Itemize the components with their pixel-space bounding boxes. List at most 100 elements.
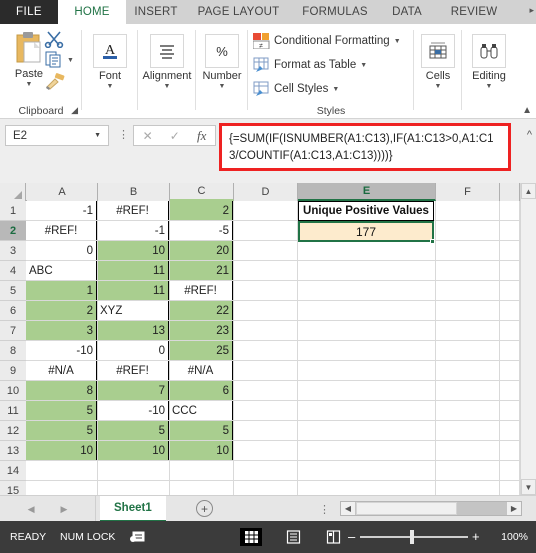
record-macro-icon[interactable] xyxy=(130,529,145,543)
row-header-1[interactable]: 1 xyxy=(0,201,26,221)
scroll-up-icon[interactable]: ▲ xyxy=(521,183,536,199)
formula-bar-overflow-icon[interactable]: ⋮ xyxy=(118,129,129,141)
tab-file[interactable]: FILE xyxy=(0,0,58,24)
alignment-button[interactable]: Alignment ▼ xyxy=(140,34,194,91)
cell-A13[interactable]: 10 xyxy=(26,441,97,461)
row-header-10[interactable]: 10 xyxy=(0,381,26,401)
cell-B8[interactable]: 0 xyxy=(97,341,169,361)
row-header-4[interactable]: 4 xyxy=(0,261,26,281)
scroll-down-icon[interactable]: ▼ xyxy=(521,479,536,495)
row-header-7[interactable]: 7 xyxy=(0,321,26,341)
cell-E2[interactable]: 177 xyxy=(298,221,434,242)
format-painter-button[interactable] xyxy=(44,72,66,90)
row-header-13[interactable]: 13 xyxy=(0,441,26,461)
formula-input[interactable]: {=SUM(IF(ISNUMBER(A1:C13),IF(A1:C13>0,A1… xyxy=(219,123,511,171)
cut-button[interactable] xyxy=(44,30,64,48)
fill-handle[interactable] xyxy=(430,239,435,244)
column-header-b[interactable]: B xyxy=(98,183,170,201)
scroll-left-icon[interactable]: ◀ xyxy=(341,502,355,515)
copy-button[interactable] xyxy=(45,51,63,68)
zoom-level-label[interactable]: 100% xyxy=(501,531,528,543)
font-button[interactable]: A Font ▼ xyxy=(83,34,137,91)
format-as-table-caret[interactable]: ▼ xyxy=(360,62,367,69)
number-dropdown-caret[interactable]: ▼ xyxy=(219,83,226,91)
clipboard-dialog-launcher-icon[interactable]: ◢ xyxy=(71,105,78,116)
cell-C5[interactable]: #REF! xyxy=(169,281,233,301)
row-header-14[interactable]: 14 xyxy=(0,461,26,481)
cell-C9[interactable]: #N/A xyxy=(169,361,233,381)
cell-styles-button[interactable]: Cell Styles ▼ xyxy=(253,78,339,100)
tab-data[interactable]: DATA xyxy=(379,0,435,24)
sheet-overflow-icon[interactable]: ⋮ xyxy=(319,503,330,516)
cells-dropdown-caret[interactable]: ▼ xyxy=(435,83,442,91)
cells-button[interactable]: Cells ▼ xyxy=(411,34,465,91)
chevron-down-icon[interactable]: ▼ xyxy=(94,132,101,139)
row-header-5[interactable]: 5 xyxy=(0,281,26,301)
cell-B7[interactable]: 13 xyxy=(97,321,169,341)
confirm-check-icon[interactable]: ✓ xyxy=(170,129,180,143)
row-header-3[interactable]: 3 xyxy=(0,241,26,261)
column-header-g[interactable] xyxy=(500,183,520,201)
cell-A5[interactable]: 1 xyxy=(26,281,97,301)
column-header-c[interactable]: C xyxy=(170,183,234,201)
tab-formulas[interactable]: FORMULAS xyxy=(291,0,379,24)
cell-A11[interactable]: 5 xyxy=(26,401,97,421)
nav-prev-icon[interactable]: ◀ xyxy=(28,504,35,515)
cell-A9[interactable]: #N/A xyxy=(26,361,97,381)
sheet-tab-sheet1[interactable]: Sheet1 xyxy=(100,496,166,522)
column-header-e[interactable]: E xyxy=(298,183,436,201)
cell-A1[interactable]: -1 xyxy=(26,201,97,221)
row-header-9[interactable]: 9 xyxy=(0,361,26,381)
cell-A12[interactable]: 5 xyxy=(26,421,97,441)
cell-B1[interactable]: #REF! xyxy=(97,201,169,221)
collapse-ribbon-icon[interactable]: ▲ xyxy=(522,105,532,116)
cell-styles-caret[interactable]: ▼ xyxy=(332,86,339,93)
cell-C4[interactable]: 21 xyxy=(169,261,233,281)
row-header-8[interactable]: 8 xyxy=(0,341,26,361)
cell-B9[interactable]: #REF! xyxy=(97,361,169,381)
tab-page-layout[interactable]: PAGE LAYOUT xyxy=(186,0,291,24)
vertical-scrollbar[interactable]: ▲ ▼ xyxy=(520,183,536,495)
cell-B3[interactable]: 10 xyxy=(97,241,169,261)
row-header-12[interactable]: 12 xyxy=(0,421,26,441)
column-header-d[interactable]: D xyxy=(234,183,298,201)
conditional-formatting-button[interactable]: ≠ Conditional Formatting ▼ xyxy=(253,30,401,52)
format-as-table-button[interactable]: Format as Table ▼ xyxy=(253,54,367,76)
cell-C1[interactable]: 2 xyxy=(169,201,233,221)
cell-C7[interactable]: 23 xyxy=(169,321,233,341)
alignment-dropdown-caret[interactable]: ▼ xyxy=(164,83,171,91)
cell-C13[interactable]: 10 xyxy=(169,441,233,461)
column-header-a[interactable]: A xyxy=(27,183,98,201)
cell-C11[interactable]: CCC xyxy=(169,401,233,421)
column-header-f[interactable]: F xyxy=(436,183,500,201)
page-break-view-button[interactable] xyxy=(322,528,344,546)
conditional-formatting-caret[interactable]: ▼ xyxy=(394,38,401,45)
cell-C3[interactable]: 20 xyxy=(169,241,233,261)
cell-B11[interactable]: -10 xyxy=(97,401,169,421)
cell-A10[interactable]: 8 xyxy=(26,381,97,401)
cell-B4[interactable]: 11 xyxy=(97,261,169,281)
cell-C8[interactable]: 25 xyxy=(169,341,233,361)
cell-C2[interactable]: -5 xyxy=(169,221,233,241)
editing-dropdown-caret[interactable]: ▼ xyxy=(486,83,493,91)
tab-home[interactable]: HOME xyxy=(58,0,126,24)
cell-A8[interactable]: -10 xyxy=(26,341,97,361)
zoom-slider-thumb[interactable] xyxy=(410,530,414,544)
editing-button[interactable]: Editing ▼ xyxy=(462,34,516,91)
cell-C6[interactable]: 22 xyxy=(169,301,233,321)
cancel-x-icon[interactable]: ✕ xyxy=(143,129,153,143)
cell-C12[interactable]: 5 xyxy=(169,421,233,441)
nav-next-icon[interactable]: ▶ xyxy=(61,504,68,515)
cell-B10[interactable]: 7 xyxy=(97,381,169,401)
tab-insert[interactable]: INSERT xyxy=(126,0,186,24)
number-button[interactable]: % Number ▼ xyxy=(195,34,249,91)
tab-review[interactable]: REVIEW xyxy=(435,0,513,24)
cell-A7[interactable]: 3 xyxy=(26,321,97,341)
row-header-15[interactable]: 15 xyxy=(0,481,26,495)
cell-A3[interactable]: 0 xyxy=(26,241,97,261)
zoom-out-button[interactable]: – xyxy=(348,529,355,544)
cell-C10[interactable]: 6 xyxy=(169,381,233,401)
add-sheet-plus-icon[interactable]: + xyxy=(196,500,213,517)
page-layout-view-button[interactable] xyxy=(282,528,304,546)
copy-dropdown-caret[interactable]: ▼ xyxy=(67,57,74,64)
